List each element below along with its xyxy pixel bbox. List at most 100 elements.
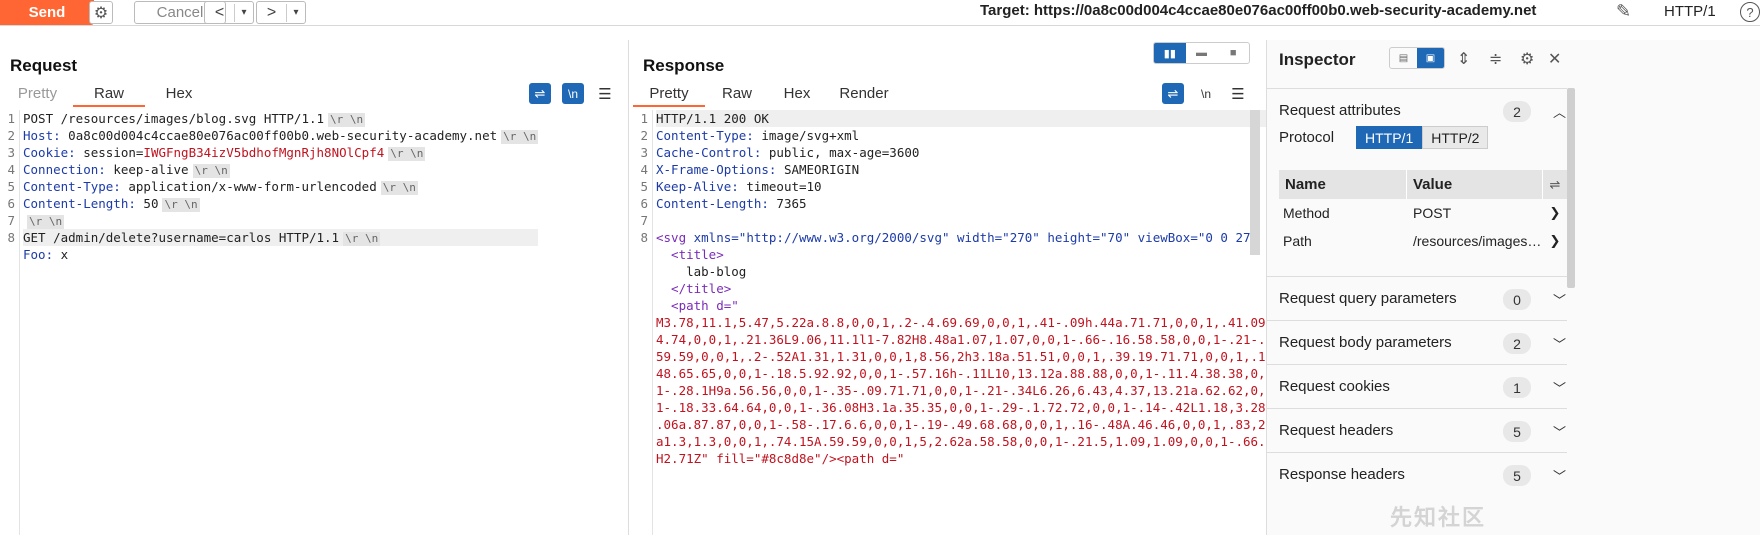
- column-options-icon[interactable]: ⇌: [1543, 177, 1567, 193]
- inspector-settings-icon[interactable]: ⚙: [1520, 49, 1534, 69]
- code-line[interactable]: lab-blog: [656, 263, 1296, 280]
- inspector-scrollbar[interactable]: [1567, 88, 1575, 288]
- wrap-lines-icon[interactable]: ⇌: [1162, 83, 1184, 104]
- tab-raw[interactable]: Raw: [711, 83, 763, 107]
- back-dropdown-icon[interactable]: ▾: [235, 7, 253, 18]
- code-line[interactable]: X-Frame-Options: SAMEORIGIN: [656, 161, 1296, 178]
- panel-divider[interactable]: [628, 40, 629, 535]
- forward-dropdown-icon[interactable]: ▾: [287, 7, 305, 18]
- inspector-layout-list-icon[interactable]: ▤: [1390, 48, 1417, 68]
- show-newlines-button[interactable]: \n: [562, 83, 584, 104]
- response-code[interactable]: HTTP/1.1 200 OK Content-Type: image/svg+x…: [656, 110, 1296, 467]
- code-line[interactable]: <path d=": [656, 297, 1296, 314]
- value-column-header[interactable]: Value: [1407, 170, 1543, 199]
- code-line[interactable]: Content-Length: 7365: [656, 195, 1296, 212]
- protocol-label[interactable]: HTTP/1: [1664, 3, 1716, 20]
- code-line[interactable]: Content-Length: 50 \r \n: [23, 195, 538, 212]
- chevron-down-icon[interactable]: ﹀: [1553, 290, 1566, 309]
- code-line[interactable]: Keep-Alive: timeout=10: [656, 178, 1296, 195]
- protocol-http1-button[interactable]: HTTP/1: [1356, 126, 1423, 149]
- chevron-down-icon[interactable]: ﹀: [1553, 378, 1566, 397]
- code-line[interactable]: a1.3,1.3,0,0,1,.74.15A.59.59,0,0,1,5,2.6…: [656, 433, 1296, 450]
- back-nav-group[interactable]: < ▾: [204, 1, 254, 24]
- code-line[interactable]: 59.59,0,0,1,.2-.52A1.31,1.31,0,0,1,8.56,…: [656, 348, 1296, 365]
- close-icon[interactable]: ✕: [1548, 49, 1561, 69]
- code-line[interactable]: 1-.28.1H9a.56.56,0,0,1-.35-.09.71.71,0,0…: [656, 382, 1296, 399]
- tab-pretty[interactable]: Pretty: [10, 83, 65, 107]
- layout-side-by-side-icon[interactable]: ▮▮: [1154, 43, 1186, 63]
- code-line[interactable]: </title>: [656, 280, 1296, 297]
- section-label[interactable]: Request cookies: [1279, 378, 1390, 395]
- code-line[interactable]: M3.78,11.1,5.47,5.22a.8.8,0,0,1,.2-.4.69…: [656, 314, 1296, 331]
- code-line[interactable]: POST /resources/images/blog.svg HTTP/1.1…: [23, 110, 538, 127]
- tab-raw[interactable]: Raw: [73, 83, 145, 107]
- inspector-section[interactable]: Request body parameters 2 ﹀: [1267, 320, 1567, 364]
- table-row[interactable]: Method POST ❯: [1279, 199, 1567, 227]
- inspector-layout-toggle[interactable]: ▤ ▣: [1389, 47, 1445, 69]
- code-line[interactable]: Cache-Control: public, max-age=3600: [656, 144, 1296, 161]
- tab-hex[interactable]: Hex: [153, 83, 205, 107]
- request-code[interactable]: POST /resources/images/blog.svg HTTP/1.1…: [23, 110, 539, 263]
- code-line[interactable]: HTTP/1.1 200 OK: [656, 110, 1296, 127]
- code-line[interactable]: H2.71Z" fill="#8c8d8e"/><path d=": [656, 450, 1296, 467]
- back-button[interactable]: <: [205, 3, 235, 22]
- request-editor[interactable]: 1 2 3 4 5 6 7 8 POST /resources/images/blog.svg…: [0, 110, 620, 535]
- code-line[interactable]: <svg xmlns="http://www.w3.org/2000/svg" …: [656, 229, 1296, 246]
- code-line[interactable]: 4.74,0,0,1,.21.36L9.06,11.1l1-7.82H8.48a…: [656, 331, 1296, 348]
- code-line[interactable]: GET /admin/delete?username=carlos HTTP/1…: [23, 229, 539, 246]
- code-line[interactable]: <title>: [656, 246, 1296, 263]
- section-label[interactable]: Request headers: [1279, 422, 1393, 439]
- code-line[interactable]: \r \n: [23, 212, 538, 229]
- expand-all-icon[interactable]: ⇕: [1457, 49, 1470, 69]
- show-newlines-button[interactable]: \n: [1195, 83, 1217, 104]
- chevron-right-icon[interactable]: ❯: [1543, 205, 1567, 221]
- code-line[interactable]: 48.65.65,0,0,1-.18.5.92.92,0,0,1-.57.16h…: [656, 365, 1296, 382]
- code-line[interactable]: 1-.18.33.64.64,0,0,1-.36.08H3.1a.35.35,0…: [656, 399, 1296, 416]
- table-row[interactable]: Path/resources/images/blog.svg❯: [1279, 227, 1567, 255]
- response-menu-icon[interactable]: ☰: [1227, 83, 1249, 104]
- gear-icon[interactable]: ⚙: [89, 1, 113, 24]
- name-column-header[interactable]: Name: [1279, 170, 1407, 199]
- layout-stacked-icon[interactable]: ▬: [1186, 43, 1218, 63]
- response-editor[interactable]: 12345678 HTTP/1.1 200 OK Content-Type: im…: [633, 110, 1296, 535]
- chevron-down-icon[interactable]: ﹀: [1553, 334, 1566, 353]
- header-name: Cache-Control:: [656, 145, 762, 160]
- section-label[interactable]: Request body parameters: [1279, 334, 1452, 351]
- pencil-icon[interactable]: ✎: [1616, 1, 1631, 22]
- send-button[interactable]: Send: [0, 0, 94, 25]
- tab-hex[interactable]: Hex: [771, 83, 823, 107]
- inspector-section[interactable]: Response headers 5 ﹀: [1267, 452, 1567, 496]
- section-label[interactable]: Response headers: [1279, 466, 1405, 483]
- section-label[interactable]: Request query parameters: [1279, 290, 1457, 307]
- inspector-section[interactable]: Request query parameters 0 ﹀: [1267, 276, 1567, 320]
- inspector-section[interactable]: Request headers 5 ﹀: [1267, 408, 1567, 452]
- wrap-lines-icon[interactable]: ⇌: [529, 83, 551, 104]
- tab-render[interactable]: Render: [833, 83, 895, 107]
- code-line[interactable]: [656, 212, 1296, 229]
- inspector-section[interactable]: Request cookies 1 ﹀: [1267, 364, 1567, 408]
- response-scrollbar[interactable]: [1250, 110, 1260, 255]
- chevron-down-icon[interactable]: ﹀: [1553, 422, 1566, 441]
- code-line[interactable]: Cookie: session=IWGFngB34izV5bdhofMgnRjh…: [23, 144, 538, 161]
- chevron-down-icon[interactable]: ﹀: [1553, 466, 1566, 485]
- code-line[interactable]: Content-Type: image/svg+xml: [656, 127, 1296, 144]
- code-line[interactable]: Host: 0a8c00d004c4ccae80e076ac00ff00b0.w…: [23, 127, 539, 144]
- inspector-layout-side-icon[interactable]: ▣: [1417, 48, 1444, 68]
- code-line[interactable]: Foo: x: [23, 246, 538, 263]
- code-line[interactable]: Content-Type: application/x-www-form-url…: [23, 178, 538, 195]
- tab-pretty[interactable]: Pretty: [633, 83, 705, 107]
- protocol-http2-button[interactable]: HTTP/2: [1422, 126, 1489, 149]
- layout-toggle[interactable]: ▮▮ ▬ ■: [1153, 42, 1250, 64]
- request-menu-icon[interactable]: ☰: [594, 83, 616, 104]
- chevron-up-icon[interactable]: ︿: [1553, 102, 1566, 121]
- section-label[interactable]: Request attributes: [1279, 102, 1401, 119]
- chevron-right-icon[interactable]: ❯: [1543, 233, 1567, 249]
- line-text: application/x-www-form-urlencoded: [120, 179, 377, 194]
- help-icon[interactable]: ?: [1740, 2, 1760, 22]
- code-line[interactable]: .06a.87.87,0,0,1-.58-.17.6.6,0,0,1-.19-.…: [656, 416, 1296, 433]
- forward-nav-group[interactable]: > ▾: [256, 1, 306, 24]
- forward-button[interactable]: >: [257, 3, 287, 22]
- code-line[interactable]: Connection: keep-alive \r \n: [23, 161, 538, 178]
- layout-tabs-icon[interactable]: ■: [1217, 43, 1249, 63]
- collapse-all-icon[interactable]: ≑: [1489, 49, 1502, 69]
